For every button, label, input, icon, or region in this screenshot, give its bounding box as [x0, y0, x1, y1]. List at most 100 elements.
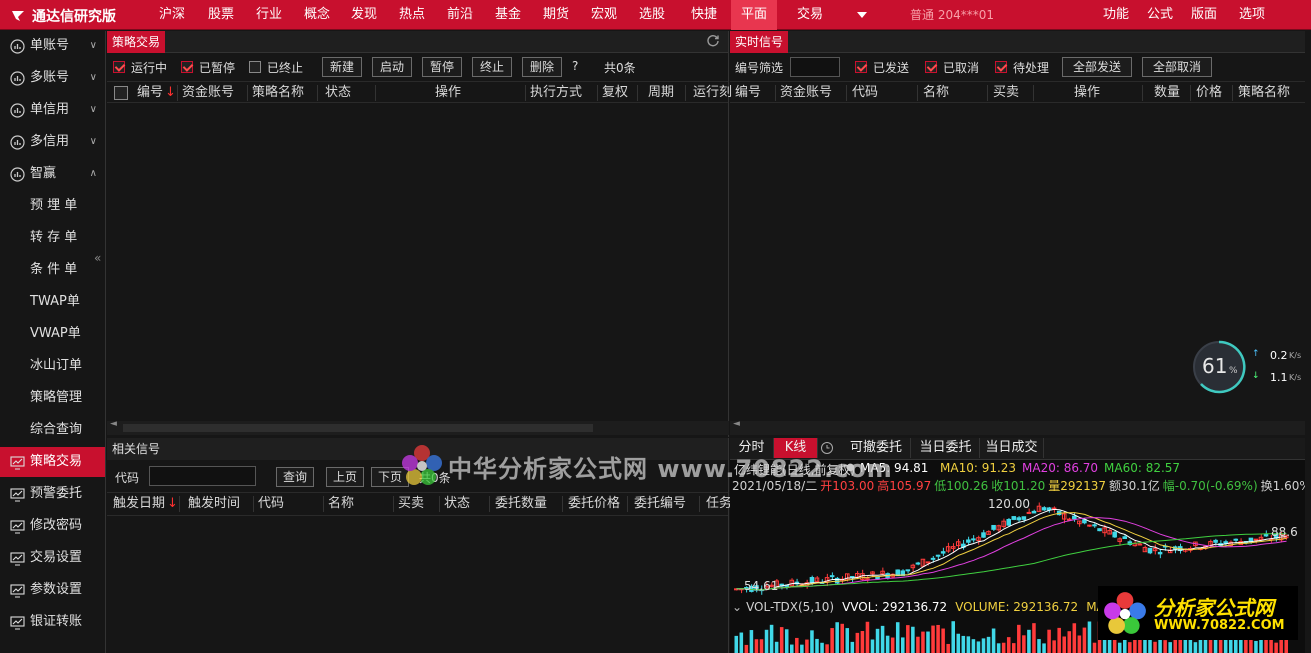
- strategy-button-2[interactable]: 暂停: [422, 57, 462, 77]
- column-separator[interactable]: [375, 85, 376, 101]
- realtime-col-6[interactable]: 数量: [1154, 82, 1180, 104]
- help-icon[interactable]: ?: [572, 59, 578, 73]
- sidebar-bottom-item-5[interactable]: 银证转账: [0, 607, 105, 637]
- strategy-col-2[interactable]: 策略名称: [252, 82, 304, 104]
- scroll-left-icon[interactable]: ◄: [733, 419, 740, 429]
- column-separator[interactable]: [627, 496, 628, 512]
- select-all-checkbox[interactable]: [114, 86, 128, 100]
- column-separator[interactable]: [489, 496, 490, 512]
- topnav-item-11[interactable]: 快捷: [677, 0, 731, 30]
- column-separator[interactable]: [775, 85, 776, 101]
- related-button-2[interactable]: 下页: [371, 467, 409, 487]
- sort-down-icon[interactable]: ↓: [165, 85, 176, 100]
- chevron-icon[interactable]: ∨: [90, 63, 97, 93]
- strategy-col-7[interactable]: 周期: [648, 82, 674, 104]
- sidebar-item-3[interactable]: 多信用 ∨: [0, 127, 105, 157]
- column-separator[interactable]: [1190, 85, 1191, 101]
- top-right-item-2[interactable]: 版面: [1191, 0, 1217, 30]
- related-col-5[interactable]: 状态: [444, 493, 470, 515]
- realtime-col-0[interactable]: 编号: [735, 82, 761, 104]
- strategy-col-5[interactable]: 执行方式: [530, 82, 582, 104]
- chevron-icon[interactable]: ∨: [90, 127, 97, 157]
- realtime-button-0[interactable]: 全部发送: [1062, 57, 1132, 77]
- column-separator[interactable]: [987, 85, 988, 101]
- related-button-1[interactable]: 上页: [326, 467, 364, 487]
- realtime-filter-1-checkbox[interactable]: [925, 61, 937, 73]
- topnav-item-7[interactable]: 基金: [485, 0, 531, 30]
- topnav-item-1[interactable]: 股票: [198, 0, 244, 30]
- strategy-hscrollbar[interactable]: ◄: [107, 419, 729, 435]
- vol-collapse-icon[interactable]: ⌄: [732, 600, 742, 614]
- realtime-col-8[interactable]: 策略名称: [1238, 82, 1290, 104]
- related-col-3[interactable]: 名称: [328, 493, 354, 515]
- sidebar-subitem-2[interactable]: 条 件 单: [30, 255, 100, 285]
- topnav-item-5[interactable]: 热点: [389, 0, 435, 30]
- column-separator[interactable]: [562, 496, 563, 512]
- topnav-item-3[interactable]: 概念: [294, 0, 340, 30]
- topnav-item-10[interactable]: 选股: [629, 0, 675, 30]
- sidebar-subitem-5[interactable]: 冰山订单: [30, 351, 100, 381]
- strategy-col-3[interactable]: 状态: [325, 82, 351, 104]
- chart-tab-4[interactable]: 当日成交: [980, 438, 1044, 458]
- topnav-item-8[interactable]: 期货: [533, 0, 579, 30]
- realtime-col-1[interactable]: 资金账号: [780, 82, 832, 104]
- chart-tab-2[interactable]: 可撤委托: [842, 438, 911, 458]
- related-col-7[interactable]: 委托价格: [568, 493, 620, 515]
- column-separator[interactable]: [323, 496, 324, 512]
- history-clock-icon[interactable]: [820, 441, 840, 457]
- related-col-9[interactable]: 任务: [706, 493, 732, 515]
- realtime-filter-0-checkbox[interactable]: [855, 61, 867, 73]
- strategy-button-4[interactable]: 删除: [522, 57, 562, 77]
- top-right-item-0[interactable]: 功能: [1103, 0, 1129, 30]
- account-dropdown-icon[interactable]: [856, 9, 868, 23]
- column-separator[interactable]: [253, 496, 254, 512]
- column-separator[interactable]: [177, 85, 178, 101]
- chart-tab-3[interactable]: 当日委托: [912, 438, 980, 458]
- realtime-hscrollbar[interactable]: ◄: [730, 419, 1305, 435]
- realtime-col-5[interactable]: 操作: [1074, 82, 1100, 104]
- column-separator[interactable]: [317, 85, 318, 101]
- column-separator[interactable]: [1033, 85, 1034, 101]
- column-separator[interactable]: [525, 85, 526, 101]
- column-separator[interactable]: [1232, 85, 1233, 101]
- strategy-filter-0-checkbox[interactable]: [113, 61, 125, 73]
- column-separator[interactable]: [917, 85, 918, 101]
- realtime-button-1[interactable]: 全部取消: [1142, 57, 1212, 77]
- strategy-button-3[interactable]: 终止: [472, 57, 512, 77]
- strategy-col-1[interactable]: 资金账号: [182, 82, 234, 104]
- id-filter-input[interactable]: [790, 57, 840, 77]
- kline-chart[interactable]: 120.00 54.61 88.6: [730, 494, 1305, 598]
- sidebar-subitem-0[interactable]: 预 埋 单: [30, 191, 100, 221]
- strategy-col-6[interactable]: 复权: [602, 82, 628, 104]
- related-button-0[interactable]: 查询: [276, 467, 314, 487]
- strategy-button-1[interactable]: 启动: [372, 57, 412, 77]
- column-separator[interactable]: [846, 85, 847, 101]
- chart-tab-1[interactable]: K线: [774, 438, 818, 458]
- sidebar-bottom-item-4[interactable]: 参数设置: [0, 575, 105, 605]
- column-separator[interactable]: [699, 496, 700, 512]
- sidebar-item-4[interactable]: 智赢 ∧: [0, 159, 105, 189]
- related-col-4[interactable]: 买卖: [398, 493, 424, 515]
- sidebar-subitem-6[interactable]: 策略管理: [30, 383, 100, 413]
- sidebar-item-1[interactable]: 多账号 ∨: [0, 63, 105, 93]
- column-separator[interactable]: [685, 85, 686, 101]
- realtime-col-7[interactable]: 价格: [1196, 82, 1222, 104]
- column-separator[interactable]: [439, 496, 440, 512]
- chart-info-dot-icon[interactable]: ●: [846, 462, 855, 473]
- topnav-item-0[interactable]: 沪深: [149, 0, 195, 30]
- sidebar-bottom-item-0[interactable]: 策略交易: [0, 447, 105, 477]
- topnav-item-6[interactable]: 前沿: [437, 0, 483, 30]
- sidebar-bottom-item-2[interactable]: 修改密码: [0, 511, 105, 541]
- column-separator[interactable]: [637, 85, 638, 101]
- sidebar-subitem-3[interactable]: TWAP单: [30, 287, 100, 317]
- chevron-icon[interactable]: ∨: [90, 95, 97, 125]
- sort-down-icon[interactable]: ↓: [167, 496, 178, 511]
- related-col-2[interactable]: 代码: [258, 493, 284, 515]
- chart-tab-0[interactable]: 分时: [730, 438, 774, 458]
- strategy-button-0[interactable]: 新建: [322, 57, 362, 77]
- related-col-1[interactable]: 触发时间: [188, 493, 240, 515]
- strategy-col-0[interactable]: 编号: [137, 82, 163, 104]
- sidebar-bottom-item-1[interactable]: 预警委托: [0, 479, 105, 509]
- related-col-8[interactable]: 委托编号: [634, 493, 686, 515]
- sidebar-subitem-7[interactable]: 综合查询: [30, 415, 100, 445]
